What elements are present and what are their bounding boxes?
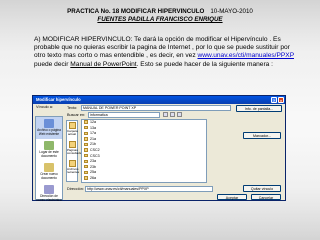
dialog-titlebar: Modificar hipervínculo ? × (33, 96, 285, 104)
place-label: Crear nuevo documento (40, 172, 58, 180)
folder-icon (68, 122, 76, 129)
place-email[interactable]: Dirección de correo electrónico (36, 183, 62, 205)
cancel-button[interactable]: Cancelar (251, 194, 281, 200)
title-text: PRACTICA No. 18 MODIFICAR HIPERVINCULO (67, 8, 205, 15)
lookin-select[interactable]: informatica (88, 112, 160, 118)
browse-label: Archivos recientes (67, 167, 80, 175)
browse-panel: Carpeta actual Páginas consultadas Archi… (66, 120, 84, 182)
url-link[interactable]: www.unav.es/cti/manuales/PPXP (197, 52, 294, 59)
folder-icon (84, 125, 88, 130)
browse-label: Carpeta actual (67, 129, 78, 137)
recent-icon (68, 160, 76, 167)
document-icon (44, 141, 54, 150)
folder-icon (84, 137, 88, 141)
place-this-document[interactable]: Lugar de este documento (36, 139, 62, 161)
up-folder-icon[interactable] (163, 112, 168, 117)
link-to-label: Vínculo a: (36, 105, 53, 109)
ok-button[interactable]: Aceptar (217, 194, 247, 200)
file-name: 12a (90, 120, 96, 124)
text-field[interactable]: MANUAL DE POWER POINT XP (81, 105, 231, 111)
file-name: 23b (90, 164, 96, 169)
bookmark-button[interactable]: Marcador... (243, 132, 281, 139)
folder-icon (84, 120, 88, 124)
help-button[interactable]: ? (271, 97, 277, 103)
file-name: 26a (90, 175, 96, 180)
globe-file-icon (44, 119, 54, 128)
author-name: FUENTES PADILLA FRANCISCO ENRIQUE (97, 15, 223, 23)
folder-icon (84, 165, 88, 169)
file-list[interactable]: 12a 13a 17a 21a 21b CSC2 CSC3 23a 23b 25… (81, 119, 207, 183)
screentip-button[interactable]: Info. de pantalla... (236, 105, 282, 112)
title-date: 10-MAYO-2010 (210, 8, 253, 15)
file-name: CSC3 (90, 153, 100, 158)
folder-icon (84, 142, 88, 147)
text-label: Texto: (67, 106, 78, 110)
folder-icon (84, 159, 88, 163)
body-paragraph: A) MODIFICAR HIPERVINCULO: Te dará la op… (34, 36, 296, 69)
browse-label: Páginas consultadas (67, 148, 84, 156)
file-name: 21b (90, 142, 96, 147)
file-name: 17a (90, 131, 96, 136)
link-type-panel: Archivo o página Web existente Lugar de … (35, 116, 63, 201)
folder-icon (84, 170, 88, 175)
email-icon (44, 185, 54, 194)
file-item[interactable]: 26a (82, 176, 206, 182)
edit-hyperlink-dialog: Modificar hipervínculo ? × Vínculo a: Te… (32, 95, 286, 201)
new-document-icon (44, 163, 54, 172)
file-name: 13a (90, 125, 96, 130)
browse-browsed-pages[interactable]: Páginas consultadas (67, 140, 84, 159)
folder-icon (84, 176, 88, 180)
web-search-icon[interactable] (170, 112, 175, 117)
address-field[interactable]: http://www.unav.es/cti/manuales/PPXP (85, 186, 213, 192)
place-label: Lugar de este documento (39, 150, 59, 158)
file-name: 21a (90, 136, 96, 141)
remove-link-button[interactable]: Quitar vínculo (243, 185, 281, 192)
file-name: 25a (90, 170, 96, 175)
title-line-1: PRACTICA No. 18 MODIFICAR HIPERVINCULO 10… (0, 8, 320, 16)
dialog-title: Modificar hipervínculo (36, 97, 81, 102)
address-label: Dirección: (67, 187, 84, 191)
place-existing-file[interactable]: Archivo o página Web existente (36, 117, 62, 139)
body-text-b: puede decir (34, 60, 71, 68)
browse-recent-files[interactable]: Archivos recientes (67, 159, 80, 178)
folder-icon (84, 131, 88, 135)
browse-current-folder[interactable]: Carpeta actual (67, 121, 78, 140)
folder-icon (84, 153, 88, 158)
folder-icon (84, 148, 88, 152)
body-text-c: . Esto se puede hacer de la siguiente ma… (136, 60, 273, 68)
close-button[interactable]: × (278, 97, 284, 103)
file-name: 23a (90, 159, 96, 164)
place-new-document[interactable]: Crear nuevo documento (36, 161, 62, 183)
place-label: Dirección de correo electrónico (36, 194, 62, 202)
lookin-label: Buscar en: (67, 113, 86, 117)
place-label: Archivo o página Web existente (37, 128, 61, 136)
pages-icon (68, 141, 76, 148)
slide-title: PRACTICA No. 18 MODIFICAR HIPERVINCULO 10… (0, 8, 320, 24)
folder-icon[interactable] (177, 112, 182, 117)
file-name: CSC2 (90, 147, 100, 152)
manual-link-text: Manual de PowerPoint (70, 60, 137, 68)
